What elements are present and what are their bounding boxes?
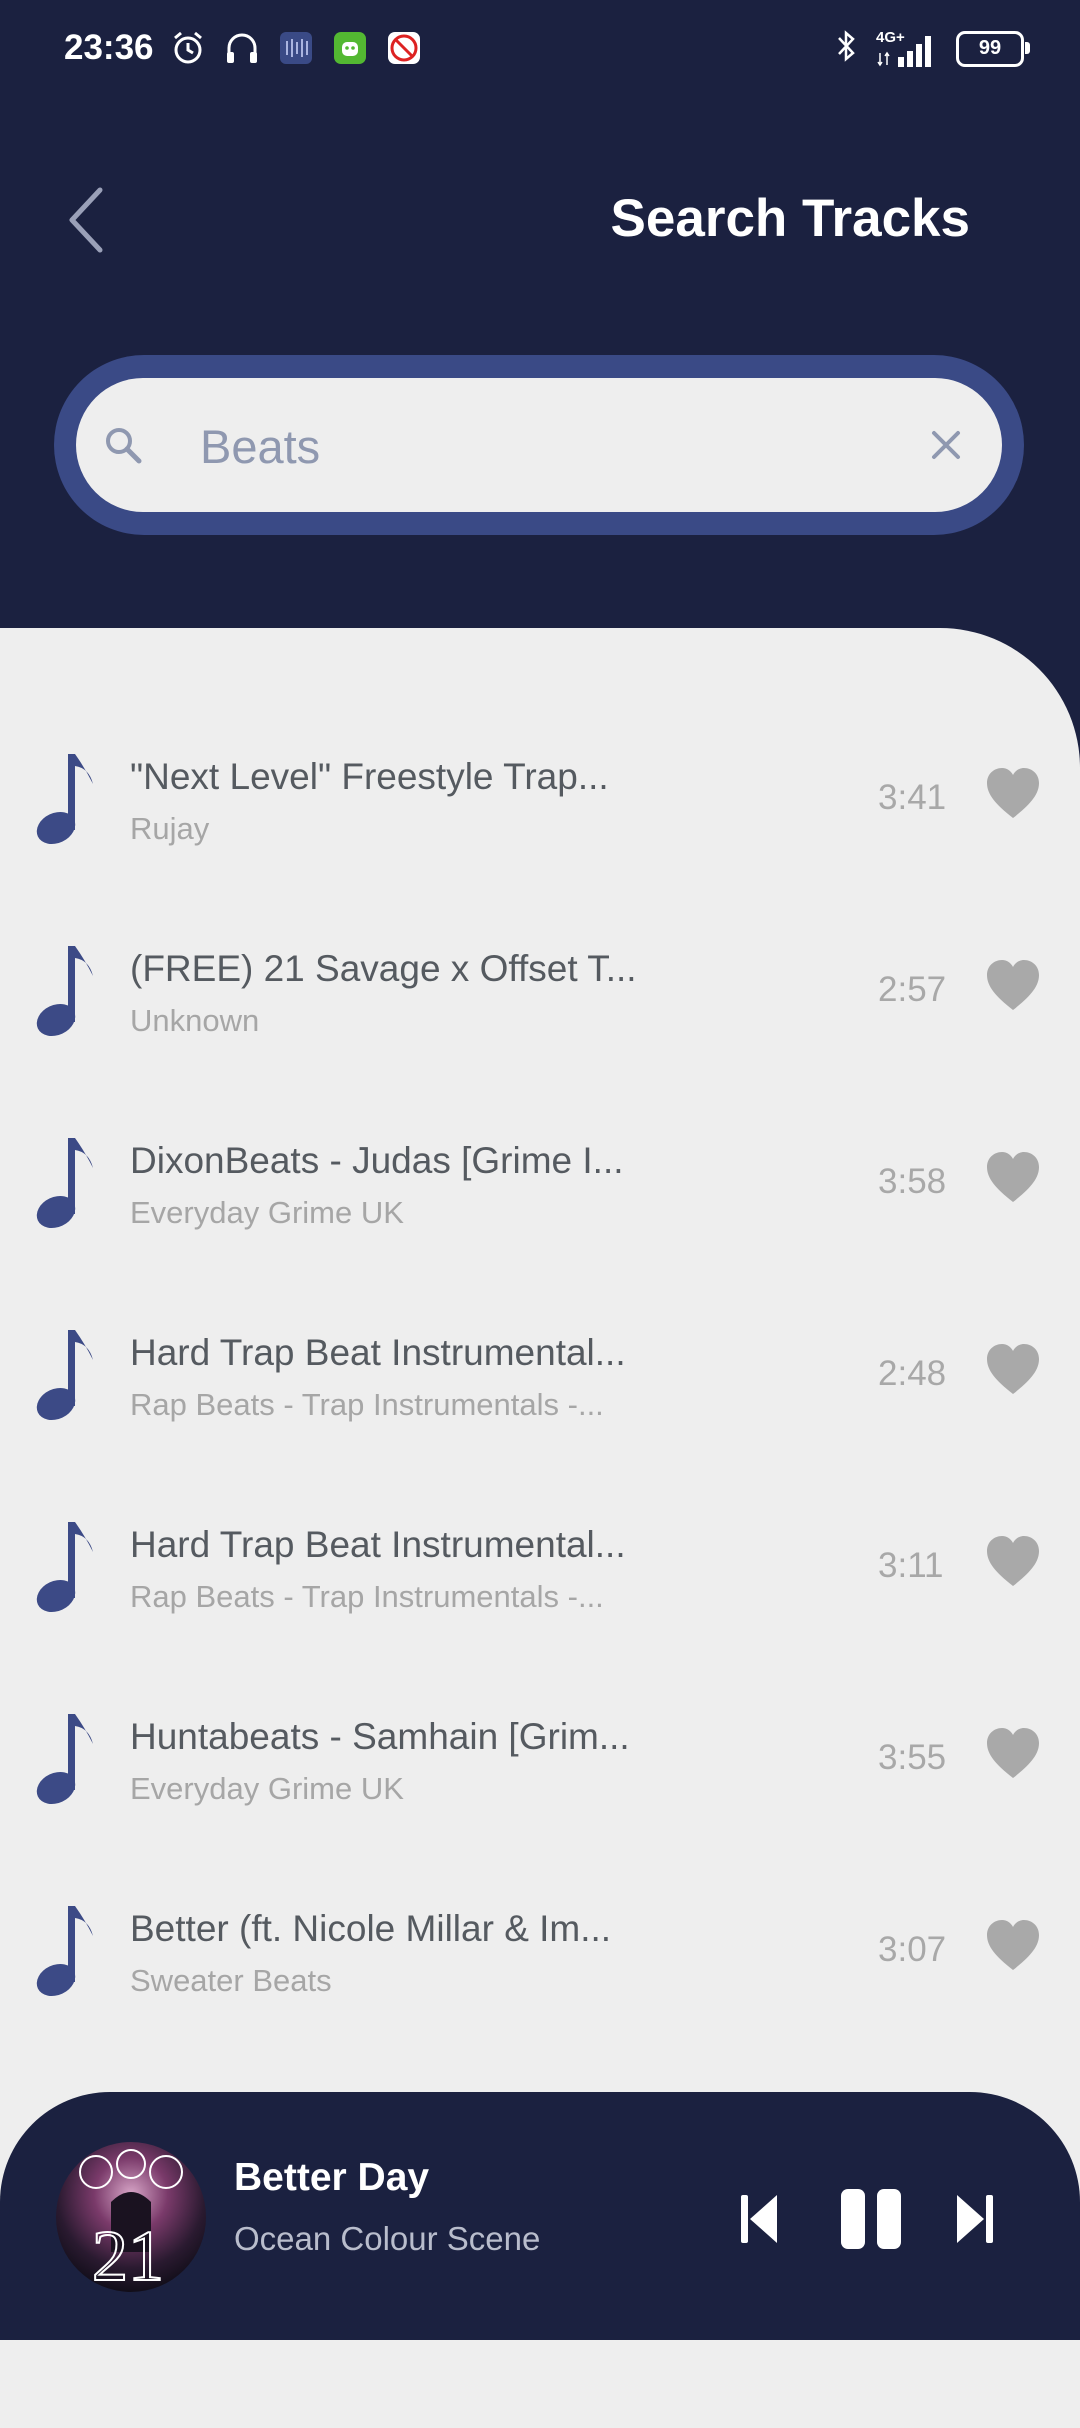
track-artist: Rujay bbox=[130, 811, 210, 846]
track-row[interactable]: (FREE) 21 Savage x Offset T... Unknown 2:5… bbox=[0, 900, 1080, 1092]
alarm-icon bbox=[168, 28, 208, 68]
status-time: 23:36 bbox=[64, 28, 154, 67]
music-note-icon bbox=[36, 1330, 93, 1421]
heart-icon[interactable] bbox=[985, 1342, 1041, 1398]
music-note-icon bbox=[36, 1906, 93, 1997]
app-icon bbox=[276, 28, 316, 68]
pause-button[interactable] bbox=[836, 2184, 906, 2254]
track-title: Better (ft. Nicole Millar & Im... bbox=[130, 1908, 612, 1949]
status-icons-right: 4G+ 99 bbox=[834, 28, 1030, 69]
album-art[interactable]: 21 bbox=[56, 2142, 206, 2292]
status-bar: 23:36 4G+ 99 bbox=[0, 0, 1080, 100]
now-playing-artist: Ocean Colour Scene bbox=[234, 2220, 541, 2257]
now-playing-bar[interactable]: 21 Better Day Ocean Colour Scene bbox=[0, 2092, 1080, 2340]
track-artist: Rap Beats - Trap Instrumentals -... bbox=[130, 1579, 604, 1614]
album-art-text: 21 bbox=[92, 2216, 164, 2292]
previous-icon bbox=[741, 2195, 777, 2243]
track-duration: 3:07 bbox=[878, 1930, 947, 1969]
track-duration: 3:11 bbox=[878, 1546, 944, 1585]
back-button[interactable] bbox=[56, 180, 116, 260]
track-title: DixonBeats - Judas [Grime I... bbox=[130, 1140, 624, 1181]
track-row[interactable]: Huntabeats - Samhain [Grim... Everyday Gr… bbox=[0, 1668, 1080, 1860]
chevron-left-icon bbox=[69, 187, 103, 253]
search-bar[interactable] bbox=[76, 378, 1002, 512]
track-title: Huntabeats - Samhain [Grim... bbox=[130, 1716, 630, 1757]
bluetooth-icon bbox=[834, 28, 858, 69]
headphones-icon bbox=[222, 28, 262, 68]
music-note-icon bbox=[36, 1522, 93, 1613]
battery-icon: 99 bbox=[956, 30, 1030, 67]
heart-icon[interactable] bbox=[985, 1918, 1041, 1974]
pause-icon bbox=[841, 2189, 901, 2249]
music-note-icon bbox=[36, 754, 93, 845]
clear-search-button[interactable] bbox=[914, 413, 978, 477]
track-row[interactable]: DixonBeats - Judas [Grime I... Everyday G… bbox=[0, 1092, 1080, 1284]
search-icon bbox=[106, 428, 142, 464]
track-duration: 3:58 bbox=[878, 1162, 947, 1201]
track-artist: Everyday Grime UK bbox=[130, 1771, 404, 1806]
track-row[interactable]: Better (ft. Nicole Millar & Im... Sweater… bbox=[0, 1860, 1080, 2052]
no-ads-icon bbox=[384, 28, 424, 68]
previous-button[interactable] bbox=[736, 2184, 782, 2254]
heart-icon[interactable] bbox=[985, 958, 1041, 1014]
track-artist: Rap Beats - Trap Instrumentals -... bbox=[130, 1387, 604, 1422]
track-artist: Everyday Grime UK bbox=[130, 1195, 404, 1230]
track-duration: 3:55 bbox=[878, 1738, 947, 1777]
page-title: Search Tracks bbox=[610, 189, 970, 248]
now-playing-title: Better Day bbox=[234, 2156, 430, 2199]
next-icon bbox=[957, 2195, 993, 2243]
track-duration: 2:48 bbox=[878, 1354, 947, 1393]
signal-icon: 4G+ bbox=[876, 29, 938, 69]
music-note-icon bbox=[36, 1138, 93, 1229]
track-title: Hard Trap Beat Instrumental... bbox=[130, 1524, 626, 1565]
track-title: Hard Trap Beat Instrumental... bbox=[130, 1332, 626, 1373]
track-row[interactable]: "Next Level" Freestyle Trap... Rujay 3:41 bbox=[0, 708, 1080, 900]
heart-icon[interactable] bbox=[985, 1534, 1041, 1590]
track-title: (FREE) 21 Savage x Offset T... bbox=[130, 948, 637, 989]
close-icon bbox=[932, 431, 960, 459]
search-input[interactable] bbox=[198, 408, 822, 484]
heart-icon[interactable] bbox=[985, 1150, 1041, 1206]
heart-icon[interactable] bbox=[985, 1726, 1041, 1782]
track-artist: Unknown bbox=[130, 1003, 260, 1038]
music-note-icon bbox=[36, 946, 93, 1037]
track-row[interactable]: Hard Trap Beat Instrumental... Rap Beats … bbox=[0, 1284, 1080, 1476]
track-duration: 3:41 bbox=[878, 778, 947, 817]
status-icons-left bbox=[168, 28, 424, 68]
android-app-icon bbox=[330, 28, 370, 68]
heart-icon[interactable] bbox=[985, 766, 1041, 822]
track-row[interactable]: Hard Trap Beat Instrumental... Rap Beats … bbox=[0, 1476, 1080, 1668]
next-button[interactable] bbox=[952, 2184, 998, 2254]
music-note-icon bbox=[36, 1714, 93, 1805]
track-title: "Next Level" Freestyle Trap... bbox=[130, 756, 609, 797]
track-artist: Sweater Beats bbox=[130, 1963, 332, 1998]
track-duration: 2:57 bbox=[878, 970, 947, 1009]
